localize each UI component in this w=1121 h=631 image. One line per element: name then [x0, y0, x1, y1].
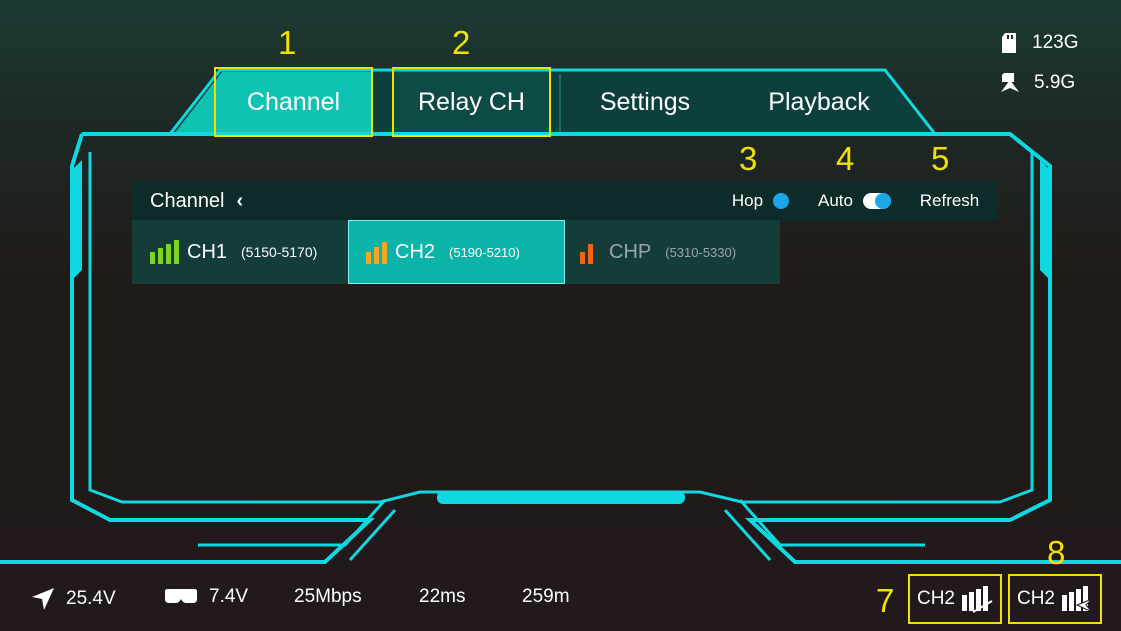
refresh-label: Refresh	[919, 191, 980, 210]
annotation-number: 3	[739, 140, 758, 177]
annotation-number: 5	[931, 140, 950, 177]
sd-card-free-space: 123G	[1032, 32, 1079, 53]
channel-item-ch1[interactable]: CH1 (5150-5170)	[150, 220, 348, 284]
channel-name: CH1	[187, 240, 228, 263]
drone-voltage: 25.4V	[30, 586, 116, 612]
onboard-storage: 5.9G	[1000, 72, 1075, 94]
drone-storage-icon	[1001, 73, 1019, 92]
bitrate-value: 25Mbps	[294, 586, 362, 607]
annotation-number: 7	[876, 582, 895, 619]
hop-status-dot	[773, 193, 790, 209]
drone-arrow-icon	[32, 588, 54, 610]
annotation-box-1	[214, 67, 373, 137]
refresh-button[interactable]: Refresh	[903, 183, 996, 219]
auto-toggle[interactable]: Auto	[808, 183, 901, 219]
hop-toggle[interactable]: Hop	[715, 183, 806, 219]
goggle-voltage-value: 7.4V	[209, 586, 249, 607]
signal-bars-icon	[150, 240, 179, 264]
relay-signal-icon	[1062, 586, 1093, 613]
annotation-number: 8	[1047, 534, 1066, 571]
distance-value: 259m	[522, 586, 570, 607]
auto-label: Auto	[818, 191, 853, 210]
onboard-free-space: 5.9G	[1034, 72, 1076, 93]
annotation-box-2	[392, 67, 551, 137]
channel-name: CHP	[609, 240, 652, 263]
hop-label: Hop	[731, 191, 764, 210]
goggle-voltage: 7.4V	[163, 586, 248, 608]
auto-switch[interactable]	[862, 193, 891, 209]
channel-range: (5150-5170)	[241, 244, 318, 260]
goggles-icon	[165, 589, 197, 603]
signal-bars-icon	[580, 240, 593, 264]
annotation-number: 2	[452, 24, 471, 61]
channel-range: (5310-5330)	[665, 244, 737, 260]
channel-range: (5190-5210)	[449, 244, 520, 260]
signal-bars-icon	[366, 240, 387, 264]
relay-channel-label: CH2	[1016, 588, 1055, 609]
drone-voltage-value: 25.4V	[66, 588, 116, 609]
relay-channel-indicator[interactable]: CH2	[1010, 576, 1100, 622]
panel-title-label: Channel	[150, 190, 225, 212]
channel-item-ch2[interactable]: CH2 (5190-5210)	[366, 220, 562, 284]
chevron-left-icon: ‹	[236, 190, 244, 212]
channel-item-chp[interactable]: CHP (5310-5330)	[580, 220, 780, 284]
sd-card-storage: 123G	[1000, 32, 1078, 54]
tab-settings[interactable]: Settings	[570, 70, 720, 134]
tab-playback[interactable]: Playback	[745, 70, 893, 134]
video-channel-indicator[interactable]: CH2	[910, 576, 1000, 622]
hud-frame	[0, 68, 1121, 564]
latency-value: 22ms	[419, 586, 466, 607]
video-channel-label: CH2	[916, 588, 955, 609]
channel-panel-title[interactable]: Channel ‹	[150, 190, 243, 213]
video-signal-icon	[962, 586, 993, 613]
annotation-number: 1	[278, 24, 297, 61]
channel-name: CH2	[395, 240, 436, 263]
sd-card-icon	[1002, 33, 1016, 53]
annotation-number: 4	[836, 140, 855, 177]
